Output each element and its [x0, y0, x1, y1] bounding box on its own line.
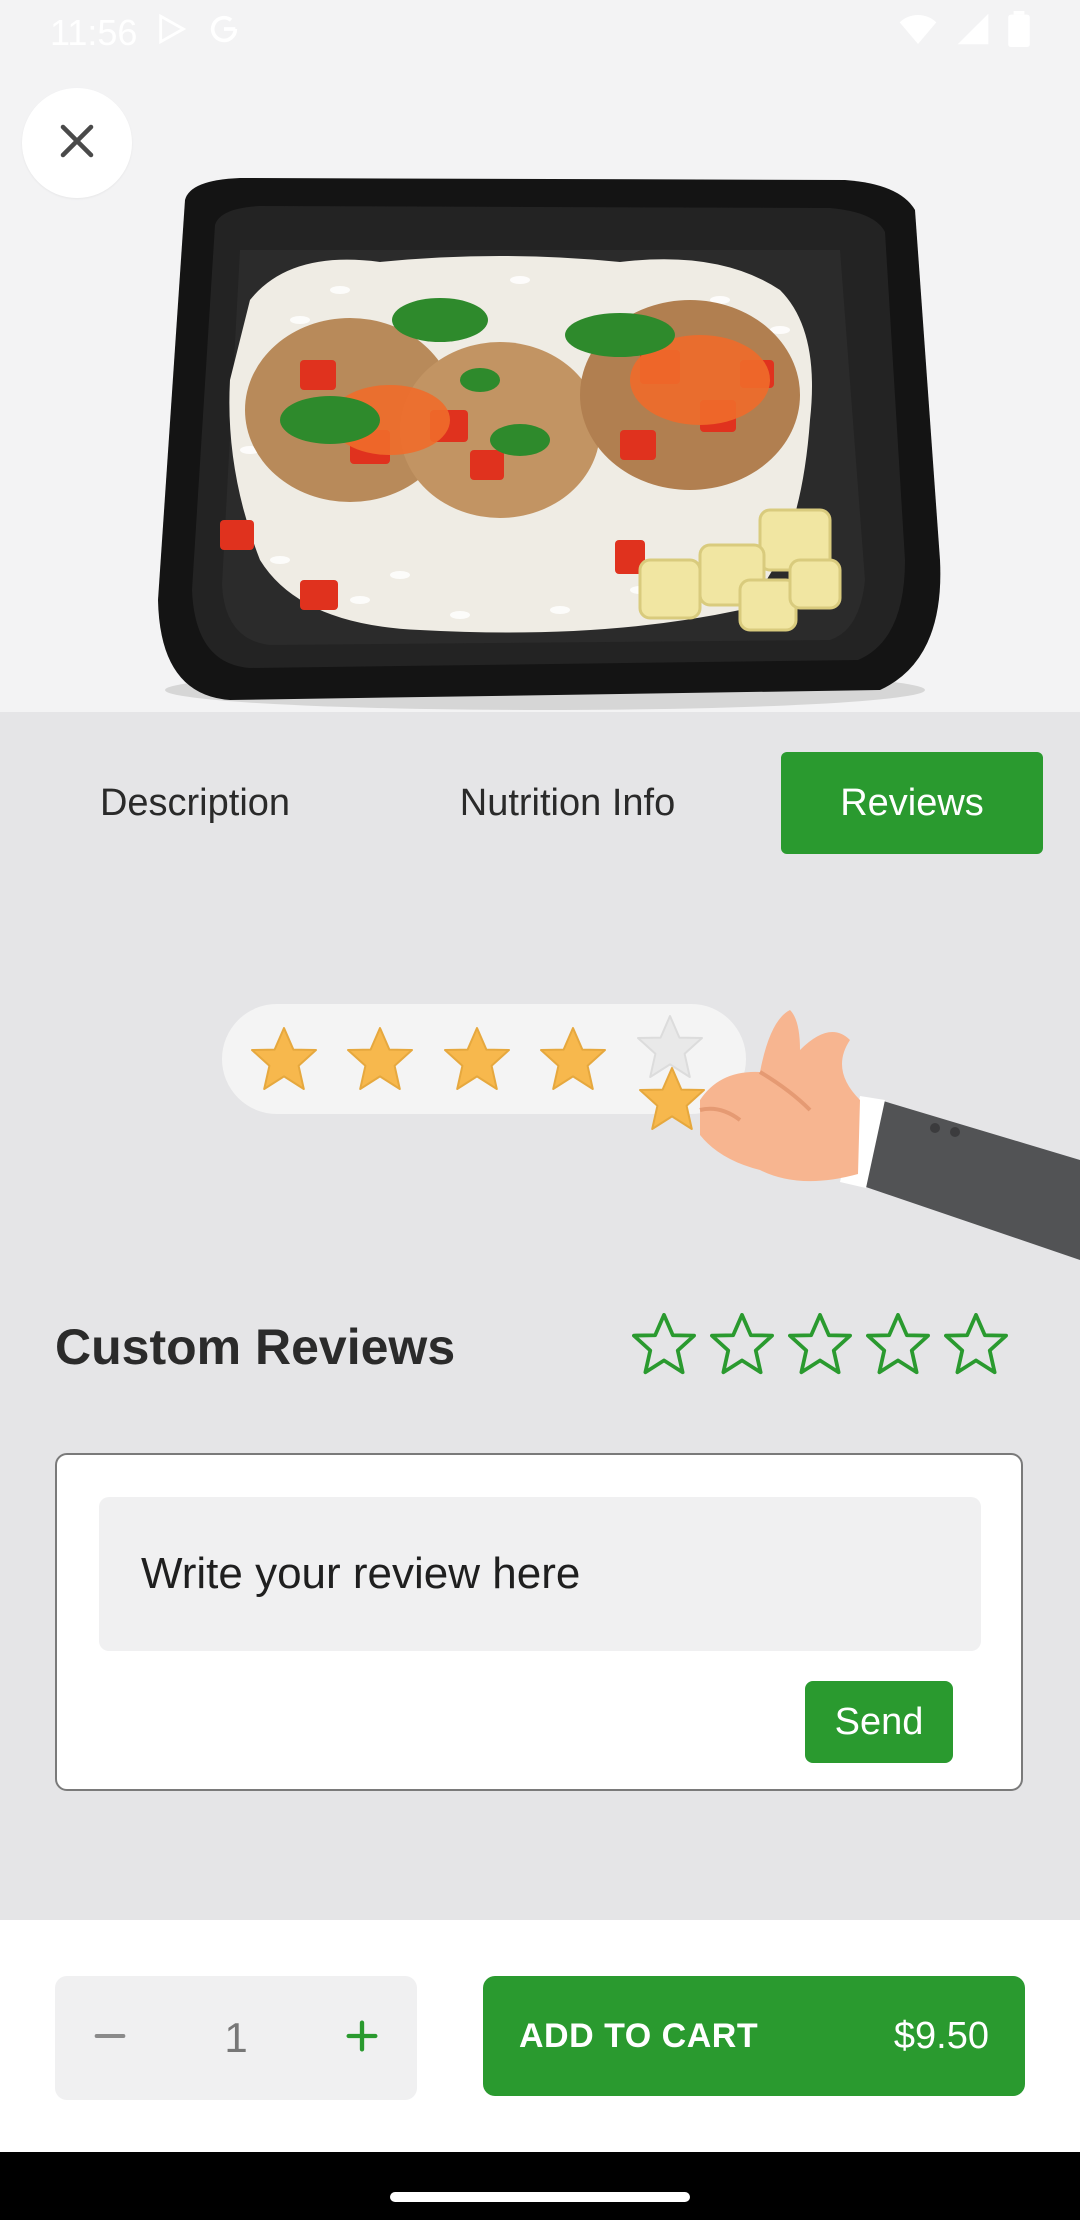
quantity-stepper: 1 [55, 1976, 417, 2100]
google-icon [207, 12, 241, 55]
status-time: 11:56 [50, 12, 138, 53]
rate-star-5-icon[interactable] [944, 1313, 1008, 1377]
rating-illustration-art [222, 1004, 1080, 1260]
tab-bar: Description Nutrition Info Reviews [0, 752, 1080, 856]
increase-quantity-button[interactable] [307, 1976, 417, 2100]
close-icon [56, 120, 98, 167]
plus-icon [342, 2016, 382, 2061]
rating-illustration [0, 960, 1080, 1290]
add-to-cart-price: $9.50 [893, 2014, 989, 2057]
signal-icon [956, 12, 990, 55]
tab-reviews[interactable]: Reviews [781, 752, 1043, 854]
status-bar: 11:56 [0, 0, 1080, 66]
rate-star-3-icon[interactable] [788, 1313, 852, 1377]
play-store-icon [155, 12, 189, 55]
system-nav-bar [0, 2152, 1080, 2220]
review-input[interactable]: Write your review here [99, 1497, 981, 1651]
rate-star-1-icon[interactable] [632, 1313, 696, 1377]
battery-icon [1008, 10, 1030, 56]
cart-bar: 1 ADD TO CART $9.50 [0, 1920, 1080, 2152]
review-form: Write your review here Send [55, 1453, 1023, 1791]
meal-image [0, 0, 1080, 712]
quantity-value: 1 [224, 2014, 248, 2061]
send-button[interactable]: Send [805, 1681, 953, 1763]
tab-nutrition-info[interactable]: Nutrition Info [420, 752, 715, 854]
review-input-placeholder: Write your review here [141, 1549, 581, 1598]
tab-reviews-label: Reviews [840, 781, 984, 824]
tab-description-label: Description [99, 781, 291, 824]
send-button-label: Send [834, 1700, 924, 1743]
decrease-quantity-button[interactable] [55, 1976, 165, 2100]
star-rating-input [632, 1313, 1008, 1377]
tab-nutrition-info-label: Nutrition Info [459, 781, 676, 824]
custom-reviews-title: Custom Reviews [55, 1319, 456, 1375]
rate-star-4-icon[interactable] [866, 1313, 930, 1377]
meal-photo [158, 178, 941, 710]
wifi-icon [898, 12, 938, 55]
add-to-cart-button[interactable]: ADD TO CART $9.50 [483, 1976, 1025, 2096]
close-button[interactable] [22, 88, 132, 198]
home-indicator[interactable] [390, 2192, 690, 2202]
tab-description[interactable]: Description [55, 752, 335, 854]
rate-star-2-icon[interactable] [710, 1313, 774, 1377]
add-to-cart-label: ADD TO CART [519, 2016, 759, 2055]
minus-icon [90, 2016, 130, 2061]
